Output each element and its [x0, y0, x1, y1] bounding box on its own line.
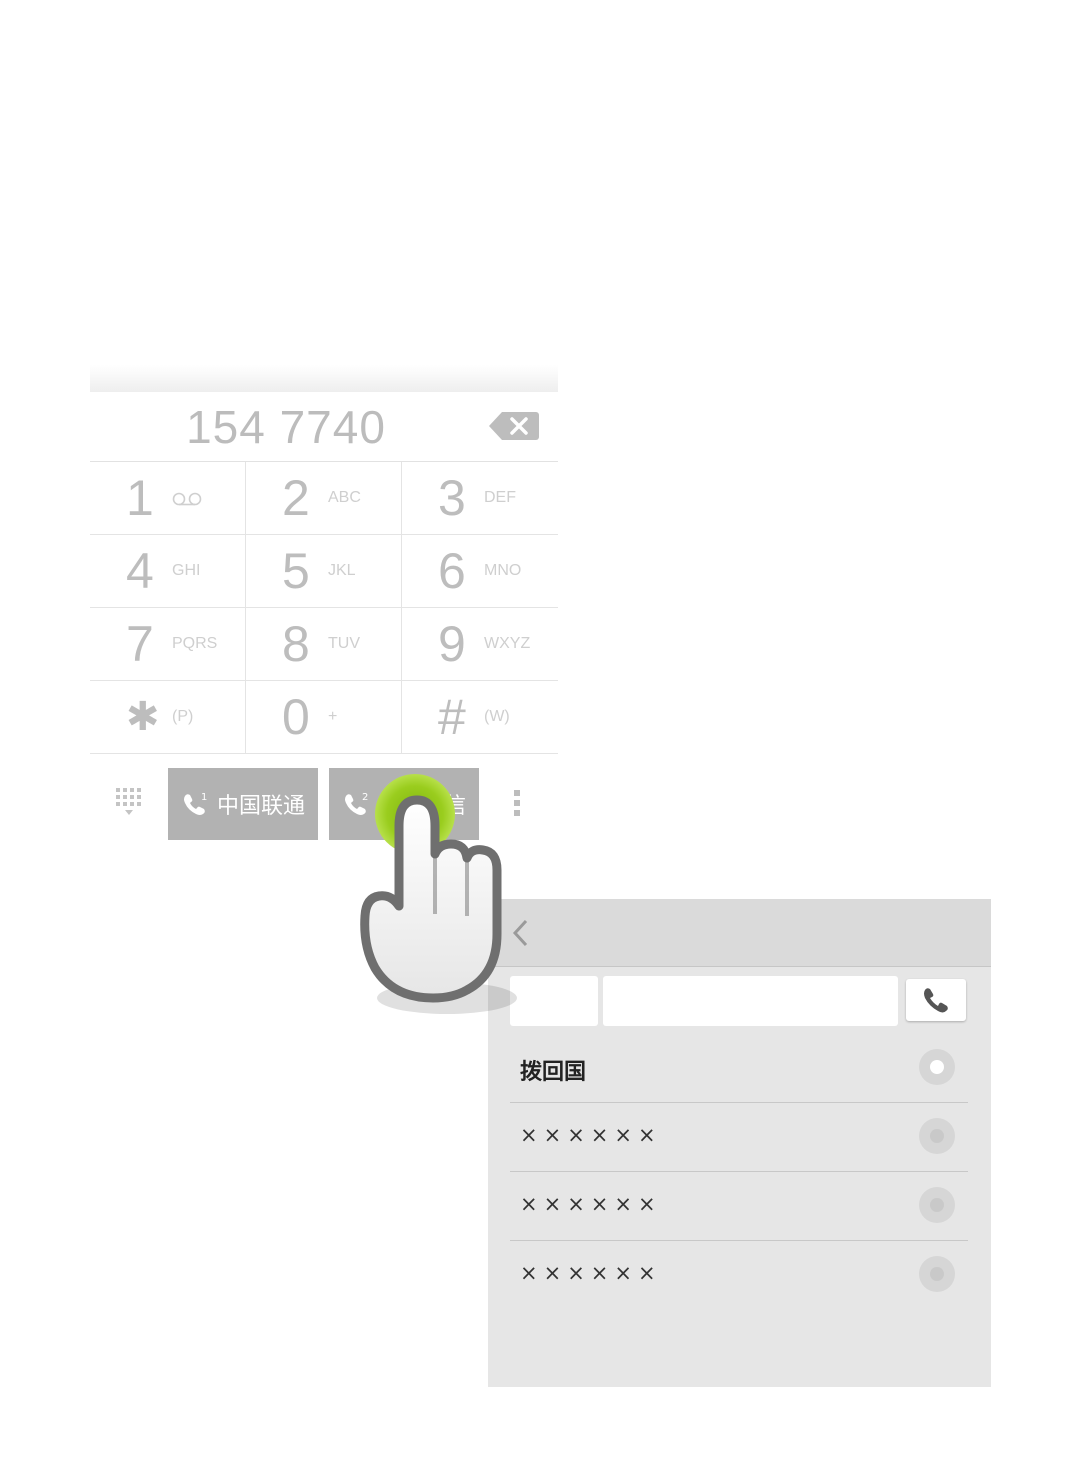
key-digit: 4 — [126, 543, 154, 599]
dialed-number[interactable]: 154 7740 — [90, 400, 482, 454]
dialer-panel: 154 7740 1 2 ABC 3 DEF 4 GHI 5 JKL 6 MNO… — [90, 392, 558, 758]
callback-option-list: 拨回国 ×××××× ×××××× ×××××× — [510, 1034, 968, 1309]
key-hash[interactable]: # (W) — [402, 681, 558, 754]
option-label: ×××××× — [520, 1261, 662, 1285]
key-star[interactable]: ✱ (P) — [90, 681, 246, 754]
key-digit: 9 — [438, 616, 466, 672]
key-5[interactable]: 5 JKL — [246, 535, 402, 608]
key-digit: 2 — [282, 470, 310, 526]
keypad: 1 2 ABC 3 DEF 4 GHI 5 JKL 6 MNO 7 PQRS 8… — [90, 462, 558, 756]
key-letters: GHI — [172, 562, 201, 579]
key-digit: ✱ — [126, 695, 160, 739]
dialer-top-shadow — [90, 365, 558, 395]
key-letters: JKL — [328, 562, 356, 579]
key-digit: 1 — [126, 470, 154, 526]
key-digit: # — [438, 689, 466, 745]
key-1[interactable]: 1 — [90, 462, 246, 535]
key-letters: ABC — [328, 489, 361, 506]
call-sim1-button[interactable]: 1 中国联通 — [168, 768, 318, 840]
sim1-label: 中国联通 — [216, 794, 305, 819]
radio-button[interactable] — [919, 1118, 955, 1154]
list-item[interactable]: ×××××× — [510, 1103, 968, 1172]
key-0[interactable]: 0 + — [246, 681, 402, 754]
phone-number-field[interactable] — [603, 976, 898, 1026]
callback-header — [488, 899, 991, 967]
radio-button[interactable] — [919, 1049, 955, 1085]
key-letters: TUV — [328, 635, 360, 652]
key-4[interactable]: 4 GHI — [90, 535, 246, 608]
backspace-icon[interactable] — [488, 410, 540, 442]
key-digit: 5 — [282, 543, 310, 599]
phone-icon — [924, 988, 948, 1013]
option-label: 拨回国 — [520, 1060, 587, 1085]
key-letters: WXYZ — [484, 635, 531, 652]
voicemail-icon — [172, 492, 202, 506]
key-digit: 7 — [126, 616, 154, 672]
list-item[interactable]: 拨回国 — [510, 1034, 968, 1103]
key-digit: 6 — [438, 543, 466, 599]
radio-button[interactable] — [919, 1256, 955, 1292]
number-bar: 154 7740 — [90, 392, 558, 462]
sim-slot-number: 1 — [201, 792, 207, 803]
key-digit: 8 — [282, 616, 310, 672]
key-6[interactable]: 6 MNO — [402, 535, 558, 608]
list-item[interactable]: ×××××× — [510, 1172, 968, 1241]
key-digit: 0 — [282, 689, 310, 745]
key-letters: + — [328, 708, 338, 725]
key-letters: DEF — [484, 489, 516, 506]
option-label: ×××××× — [520, 1192, 662, 1216]
dialpad-icon[interactable] — [116, 788, 142, 818]
key-letters: MNO — [484, 562, 522, 579]
callback-panel: 拨回国 ×××××× ×××××× ×××××× — [488, 899, 991, 1387]
key-letters: PQRS — [172, 635, 218, 652]
tap-hand-icon — [360, 774, 517, 1014]
key-2[interactable]: 2 ABC — [246, 462, 402, 535]
key-3[interactable]: 3 DEF — [402, 462, 558, 535]
key-letters: (W) — [484, 708, 510, 725]
radio-button[interactable] — [919, 1187, 955, 1223]
key-9[interactable]: 9 WXYZ — [402, 608, 558, 681]
list-item[interactable]: ×××××× — [510, 1241, 968, 1309]
key-8[interactable]: 8 TUV — [246, 608, 402, 681]
key-digit: 3 — [438, 470, 466, 526]
key-letters: (P) — [172, 708, 194, 725]
call-button[interactable] — [906, 979, 966, 1021]
option-label: ×××××× — [520, 1123, 662, 1147]
key-7[interactable]: 7 PQRS — [90, 608, 246, 681]
phone-sim1-icon: 1 — [183, 792, 207, 815]
